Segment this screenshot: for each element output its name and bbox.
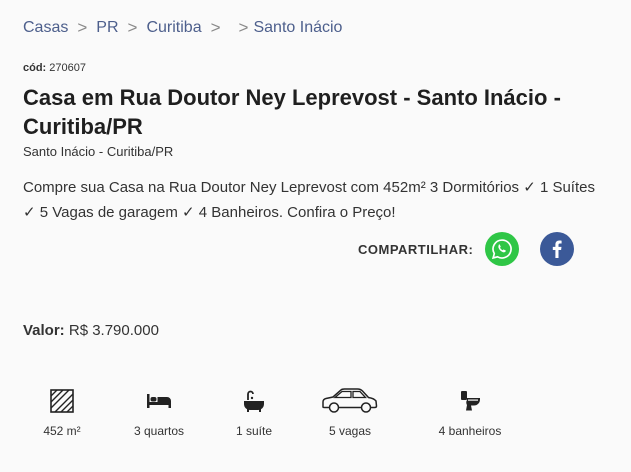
facebook-icon <box>553 240 562 258</box>
property-description: Compre sua Casa na Rua Doutor Ney Leprev… <box>23 179 595 221</box>
breadcrumb-curitiba[interactable]: Curitiba <box>146 19 201 37</box>
feature-area-label: 452 m² <box>43 424 81 438</box>
breadcrumb: Casas > PR > Curitiba > > Santo Inácio <box>23 18 342 38</box>
feature-parking: 5 vagas <box>318 387 382 438</box>
feature-bedrooms-label: 3 quartos <box>133 424 185 438</box>
share-bar: COMPARTILHAR: <box>358 232 575 266</box>
breadcrumb-santo-inacio[interactable]: Santo Inácio <box>253 19 342 37</box>
price-value: R$ 3.790.000 <box>68 322 159 339</box>
facebook-share-button[interactable] <box>540 232 575 266</box>
breadcrumb-separator: > <box>127 18 138 37</box>
breadcrumb-separator: > <box>238 18 249 37</box>
bathtub-icon <box>244 390 264 412</box>
breadcrumb-separator: > <box>210 18 221 37</box>
bed-icon <box>147 394 171 408</box>
property-code-value: 270607 <box>49 62 87 74</box>
car-icon <box>322 388 378 413</box>
property-location: Santo Inácio - Curitiba/PR <box>23 144 174 159</box>
feature-bedrooms: 3 quartos <box>127 387 191 438</box>
toilet-icon <box>461 391 480 411</box>
price-label: Valor: <box>23 322 65 339</box>
breadcrumb-pr[interactable]: PR <box>96 19 118 37</box>
property-price: Valor: R$ 3.790.000 <box>23 322 159 339</box>
property-code: cód: 270607 <box>23 62 86 74</box>
area-icon <box>50 389 74 413</box>
share-label: COMPARTILHAR: <box>358 241 474 257</box>
feature-parking-label: 5 vagas <box>328 424 372 438</box>
feature-suites: 1 suíte <box>232 387 276 438</box>
breadcrumb-separator: > <box>77 18 88 37</box>
feature-bathrooms-label: 4 banheiros <box>438 424 502 438</box>
whatsapp-icon <box>492 239 513 260</box>
feature-suites-label: 1 suíte <box>235 424 273 438</box>
whatsapp-share-button[interactable] <box>485 232 520 266</box>
page-title: Casa em Rua Doutor Ney Leprevost - Santo… <box>23 85 561 139</box>
property-code-label: cód: <box>23 62 47 74</box>
feature-bathrooms: 4 banheiros <box>434 387 506 438</box>
breadcrumb-casas[interactable]: Casas <box>23 19 68 37</box>
feature-area: 452 m² <box>42 387 82 438</box>
